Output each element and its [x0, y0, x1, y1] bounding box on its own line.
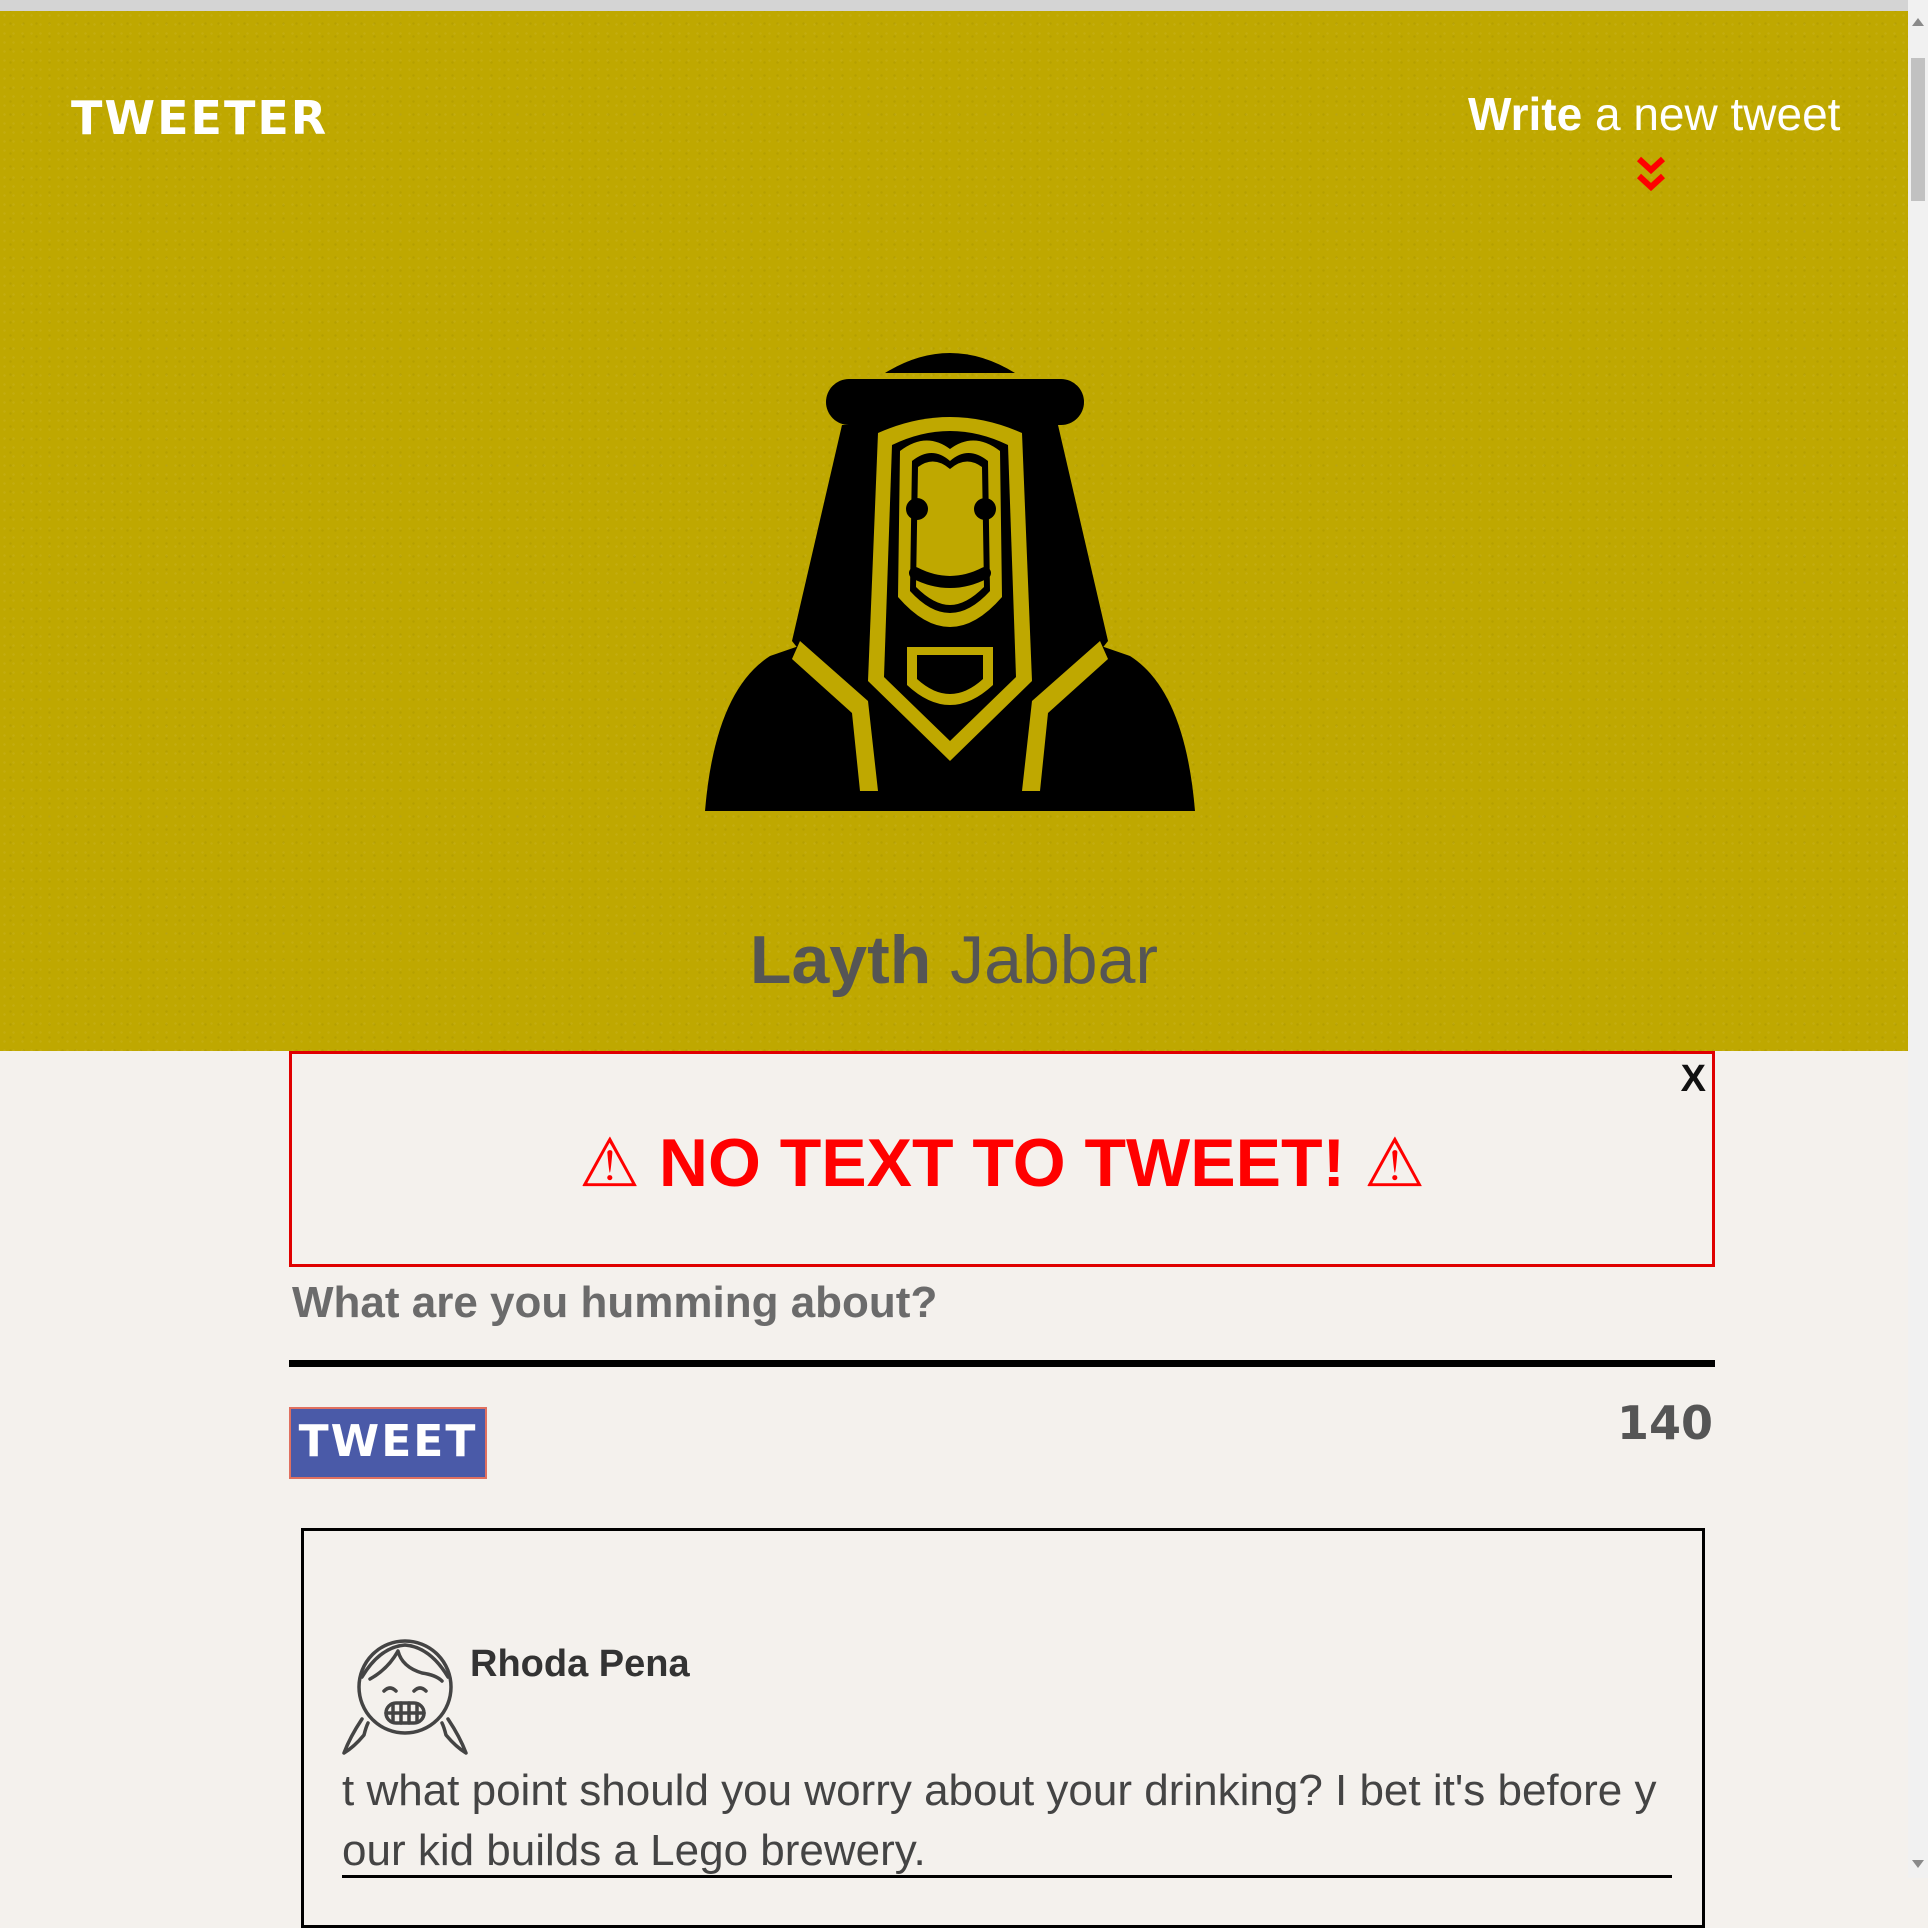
girl-avatar-icon	[342, 1639, 468, 1755]
profile-last-name: Jabbar	[931, 922, 1159, 998]
profile-header: TWEETER Write a new tweet Layth Jabbar	[0, 11, 1908, 1051]
tweet-author[interactable]: Rhoda Pena	[470, 1643, 690, 1686]
error-alert: X ⚠ NO TEXT TO TWEET! ⚠	[289, 1051, 1715, 1267]
close-alert-button[interactable]: X	[1681, 1058, 1706, 1101]
scroll-up-arrow-icon[interactable]	[1912, 18, 1924, 26]
alert-message: ⚠ NO TEXT TO TWEET! ⚠	[579, 1125, 1425, 1201]
scroll-down-arrow-icon[interactable]	[1912, 1860, 1924, 1868]
scrollbar[interactable]	[1908, 0, 1928, 1878]
app-logo[interactable]: TWEETER	[71, 91, 328, 145]
tweet-text: t what point should you worry about your…	[342, 1766, 1657, 1875]
write-link-rest: a new tweet	[1582, 88, 1841, 140]
profile-name: Layth Jabbar	[0, 921, 1908, 999]
tweet-button[interactable]: TWEET	[289, 1407, 487, 1479]
tweet-card: Rhoda Pena t what point should you worry…	[301, 1528, 1705, 1928]
scroll-thumb[interactable]	[1911, 58, 1925, 201]
write-link-bold: Write	[1468, 88, 1583, 140]
profile-first-name: Layth	[749, 922, 932, 998]
tweet-input-underline	[289, 1360, 1715, 1367]
arab-man-avatar-icon	[705, 353, 1195, 811]
double-chevron-down-icon[interactable]	[1636, 156, 1666, 196]
browser-top-border	[0, 0, 1908, 11]
write-new-tweet-link[interactable]: Write a new tweet	[1468, 87, 1840, 141]
tweet-input[interactable]: What are you humming about?	[292, 1278, 937, 1328]
character-counter: 140	[1616, 1396, 1713, 1450]
